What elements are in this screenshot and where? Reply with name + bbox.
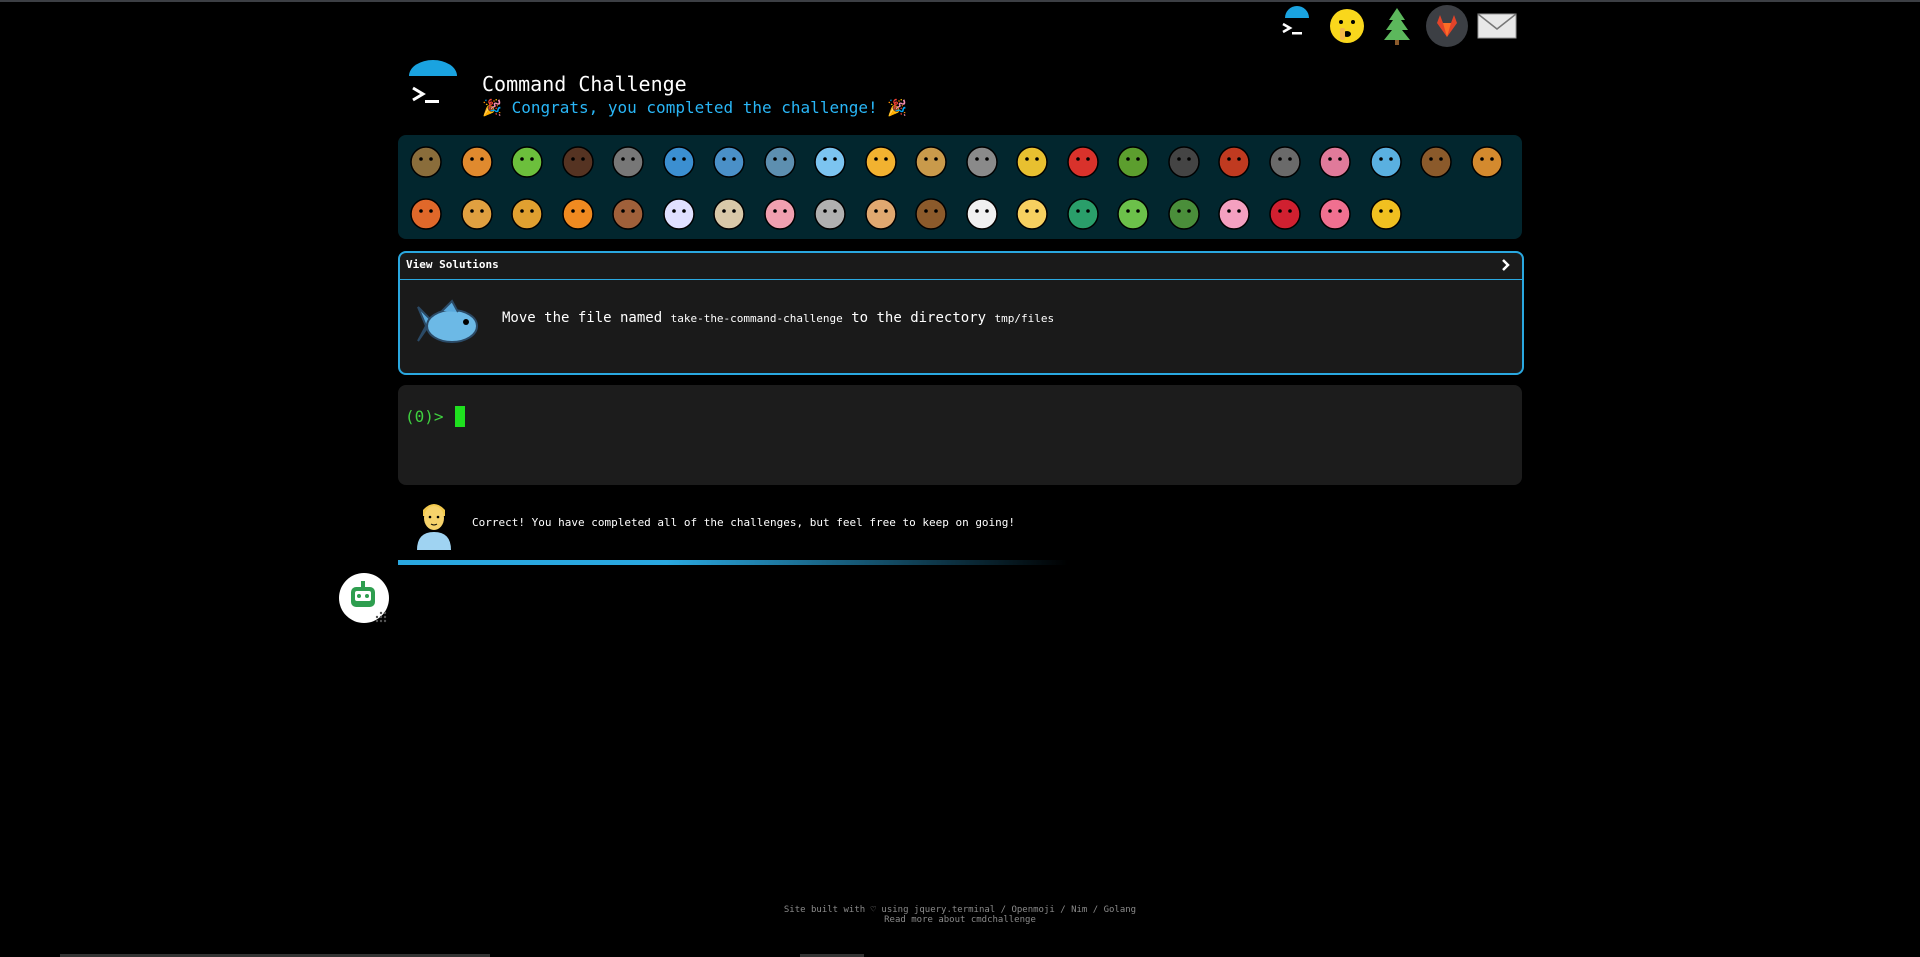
progress-bar <box>398 560 1068 565</box>
terminal[interactable]: (0)> <box>398 385 1522 485</box>
terminal-cursor[interactable] <box>455 406 465 427</box>
hibiscus-icon[interactable] <box>1313 191 1357 235</box>
grasshopper-icon[interactable] <box>1111 139 1155 183</box>
bee-icon[interactable] <box>1010 139 1054 183</box>
chick-icon[interactable] <box>1010 191 1054 235</box>
fly-icon[interactable] <box>1263 139 1307 183</box>
terminal-icon[interactable] <box>1275 4 1319 48</box>
tiger-icon[interactable] <box>556 191 600 235</box>
scorpion-icon[interactable] <box>1212 139 1256 183</box>
challenge-directory: tmp/files <box>994 312 1055 325</box>
party-popper-icon: 🎉 <box>887 98 908 117</box>
ladybug-icon[interactable] <box>1061 139 1105 183</box>
spider-web-icon[interactable] <box>606 139 650 183</box>
challenge-panel: View Solutions Move the file named take-… <box>398 251 1524 375</box>
lion-icon[interactable] <box>505 191 549 235</box>
view-solutions-label: View Solutions <box>406 258 499 271</box>
dragon-icon[interactable] <box>1162 191 1206 235</box>
spider-icon[interactable] <box>1162 139 1206 183</box>
bear-icon[interactable] <box>909 191 953 235</box>
rose-icon[interactable] <box>1263 191 1307 235</box>
cow-icon[interactable] <box>707 191 751 235</box>
challenge-text-middle: to the directory <box>842 310 995 326</box>
top-icon-bar <box>1275 4 1525 48</box>
challenge-filename: take-the-command-challenge <box>670 312 843 325</box>
mail-icon[interactable] <box>1475 4 1519 48</box>
challenge-animal-grid <box>398 135 1522 239</box>
view-solutions-header[interactable]: View Solutions <box>400 253 1522 280</box>
party-popper-icon: 🎉 <box>482 98 502 117</box>
bot-icon[interactable] <box>339 573 391 625</box>
blowfish-icon[interactable] <box>909 139 953 183</box>
worm-icon[interactable] <box>1313 139 1357 183</box>
tree-icon[interactable] <box>1375 4 1419 48</box>
pig-icon[interactable] <box>758 191 802 235</box>
cherry-blossom-icon[interactable] <box>1212 191 1256 235</box>
cat-icon[interactable] <box>455 191 499 235</box>
mouse-icon[interactable] <box>808 191 852 235</box>
dolphin-icon[interactable] <box>758 139 802 183</box>
page-title: Command Challenge <box>482 72 687 96</box>
sunflower-icon[interactable] <box>1364 191 1408 235</box>
fish-icon <box>412 297 482 355</box>
caterpillar-icon[interactable] <box>505 139 549 183</box>
shushing-face-icon[interactable] <box>1325 4 1369 48</box>
challenge-text-before: Move the file named <box>502 310 671 326</box>
monkey-icon[interactable] <box>1414 139 1458 183</box>
footer: Site built with ♡ using jquery.terminal … <box>0 905 1920 925</box>
wolf-icon[interactable] <box>960 139 1004 183</box>
challenge-description: Move the file named take-the-command-cha… <box>502 310 1054 326</box>
gitlab-icon[interactable] <box>1425 4 1469 48</box>
unicorn-icon[interactable] <box>657 191 701 235</box>
tropical-fish-icon[interactable] <box>859 139 903 183</box>
result-message: Correct! You have completed all of the c… <box>472 516 1016 529</box>
ant-icon[interactable] <box>556 139 600 183</box>
snail-icon[interactable] <box>404 139 448 183</box>
fish-icon[interactable] <box>808 139 852 183</box>
peacock-icon[interactable] <box>1061 191 1105 235</box>
fox-icon[interactable] <box>404 191 448 235</box>
person-icon <box>413 496 455 550</box>
dog-icon[interactable] <box>1465 139 1509 183</box>
page-subtitle: 🎉 Congrats, you completed the challenge!… <box>482 98 907 117</box>
panda-icon[interactable] <box>960 191 1004 235</box>
chevron-right-icon[interactable] <box>1498 257 1514 273</box>
read-more-link[interactable]: Read more about cmdchallenge <box>884 915 1036 925</box>
terminal-prompt: (0)> <box>405 407 444 426</box>
whale-icon[interactable] <box>657 139 701 183</box>
microbe-icon[interactable] <box>1364 139 1408 183</box>
shark-icon[interactable] <box>707 139 751 183</box>
top-border <box>0 0 1920 2</box>
butterfly-icon[interactable] <box>455 139 499 183</box>
hamster-icon[interactable] <box>859 191 903 235</box>
horse-icon[interactable] <box>606 191 650 235</box>
logo-icon <box>405 60 461 116</box>
frog-icon[interactable] <box>1111 191 1155 235</box>
footer-credits: Site built with ♡ using jquery.terminal … <box>783 905 1137 915</box>
subtitle-text: Congrats, you completed the challenge! <box>511 98 878 117</box>
